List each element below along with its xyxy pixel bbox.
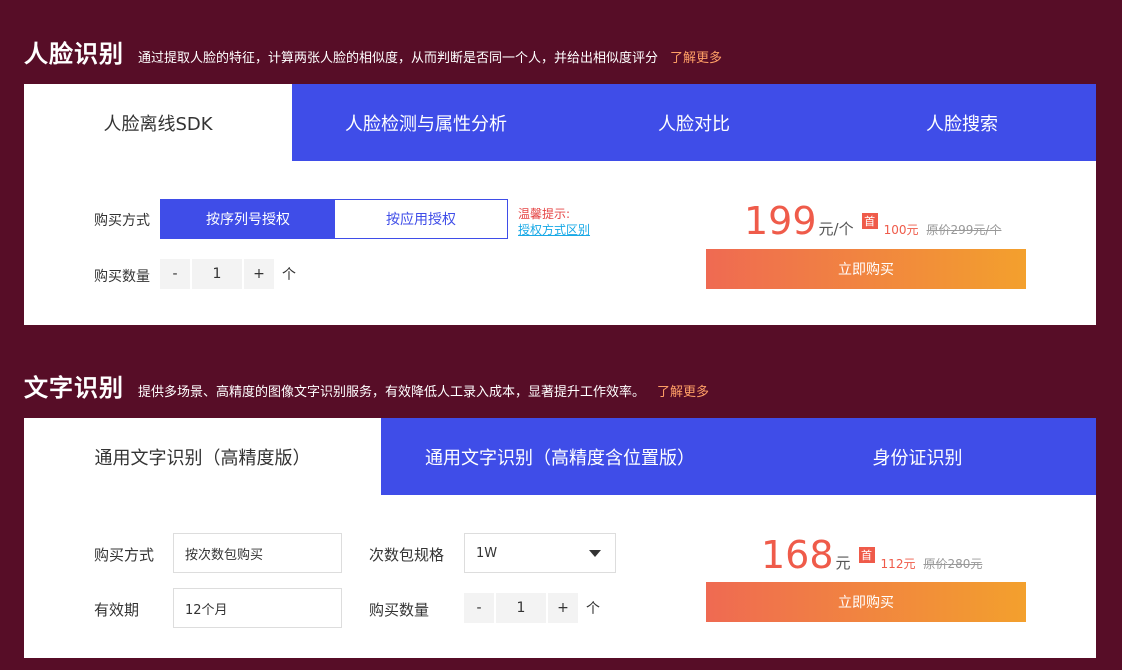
tab-face-offline-sdk[interactable]: 人脸离线SDK xyxy=(24,84,292,161)
face-product-card: 人脸离线SDK 人脸检测与属性分析 人脸对比 人脸搜索 购买方式 按序列号授权 … xyxy=(24,84,1096,325)
ocr-quantity-unit: 个 xyxy=(586,601,600,617)
ocr-price-row: 168 元 首 112元 原价280元 xyxy=(761,536,982,574)
face-quantity-label: 购买数量 xyxy=(94,269,150,285)
ocr-validity-label: 有效期 xyxy=(94,601,140,619)
face-quantity-stepper: - 1 + 个 xyxy=(160,259,296,289)
ocr-validity-field[interactable]: 12个月 xyxy=(173,588,342,628)
first-purchase-icon: 首 xyxy=(861,213,878,229)
ocr-purchase-mode-label: 购买方式 xyxy=(94,546,155,564)
tab-face-compare[interactable]: 人脸对比 xyxy=(560,84,828,161)
ocr-product-card: 通用文字识别（高精度版） 通用文字识别（高精度含位置版） 身份证识别 购买方式 … xyxy=(24,418,1096,658)
tab-ocr-id-card[interactable]: 身份证识别 xyxy=(739,418,1096,495)
face-tip: 温馨提示: 授权方式区别 xyxy=(518,206,590,238)
face-tip-link[interactable]: 授权方式区别 xyxy=(518,222,590,238)
face-quantity-unit: 个 xyxy=(282,267,296,283)
tab-face-search[interactable]: 人脸搜索 xyxy=(828,84,1096,161)
ocr-original-price: 原价280元 xyxy=(923,557,983,571)
face-buy-button[interactable]: 立即购买 xyxy=(706,249,1026,289)
chevron-down-icon xyxy=(589,549,601,557)
face-price-row: 199 元/个 首 100元 原价299元/个 xyxy=(744,202,1001,240)
mode-by-serial-button[interactable]: 按序列号授权 xyxy=(161,200,335,238)
face-section-header: 人脸识别 通过提取人脸的特征，计算两张人脸的相似度，从而判断是否同一个人，并给出… xyxy=(24,34,722,69)
ocr-package-select[interactable]: 1W xyxy=(464,533,616,573)
ocr-section-header: 文字识别 提供多场景、高精度的图像文字识别服务，有效降低人工录入成本，显著提升工… xyxy=(24,368,709,403)
ocr-price: 168 xyxy=(761,533,834,577)
face-price-unit: 元/个 xyxy=(818,220,854,238)
face-section-title: 人脸识别 xyxy=(24,40,124,68)
ocr-purchase-mode-field[interactable]: 按次数包购买 xyxy=(173,533,342,573)
ocr-learn-more-link[interactable]: 了解更多 xyxy=(657,381,709,400)
face-discount: 100元 xyxy=(883,223,919,237)
tab-ocr-high-precision[interactable]: 通用文字识别（高精度版） xyxy=(24,418,381,495)
ocr-discount: 112元 xyxy=(880,557,916,571)
tab-face-detection[interactable]: 人脸检测与属性分析 xyxy=(292,84,560,161)
ocr-quantity-label: 购买数量 xyxy=(369,601,430,619)
ocr-quantity-minus-button[interactable]: - xyxy=(464,593,494,623)
face-original-price: 原价299元/个 xyxy=(926,223,1002,237)
first-purchase-icon: 首 xyxy=(858,547,875,563)
face-section-description: 通过提取人脸的特征，计算两张人脸的相似度，从而判断是否同一个人，并给出相似度评分 xyxy=(138,51,659,66)
face-learn-more-link[interactable]: 了解更多 xyxy=(670,47,722,66)
ocr-section-title: 文字识别 xyxy=(24,374,124,402)
mode-by-app-button[interactable]: 按应用授权 xyxy=(335,200,507,238)
ocr-package-value: 1W xyxy=(476,545,498,561)
face-price: 199 xyxy=(744,199,817,243)
face-quantity-minus-button[interactable]: - xyxy=(160,259,190,289)
face-purchase-mode-toggle: 按序列号授权 按应用授权 xyxy=(160,199,508,239)
face-tabs: 人脸离线SDK 人脸检测与属性分析 人脸对比 人脸搜索 xyxy=(24,84,1096,161)
ocr-quantity-value[interactable]: 1 xyxy=(496,593,546,623)
ocr-price-unit: 元 xyxy=(835,554,851,572)
ocr-package-label: 次数包规格 xyxy=(369,546,445,564)
ocr-section-description: 提供多场景、高精度的图像文字识别服务，有效降低人工录入成本，显著提升工作效率。 xyxy=(138,385,646,400)
face-quantity-plus-button[interactable]: + xyxy=(244,259,274,289)
ocr-quantity-stepper: - 1 + 个 xyxy=(464,593,600,623)
face-tip-warning: 温馨提示: xyxy=(518,207,571,221)
ocr-quantity-plus-button[interactable]: + xyxy=(548,593,578,623)
ocr-buy-button[interactable]: 立即购买 xyxy=(706,582,1026,622)
face-purchase-mode-label: 购买方式 xyxy=(94,213,150,229)
face-quantity-value[interactable]: 1 xyxy=(192,259,242,289)
ocr-tabs: 通用文字识别（高精度版） 通用文字识别（高精度含位置版） 身份证识别 xyxy=(24,418,1096,495)
tab-ocr-high-precision-location[interactable]: 通用文字识别（高精度含位置版） xyxy=(381,418,739,495)
